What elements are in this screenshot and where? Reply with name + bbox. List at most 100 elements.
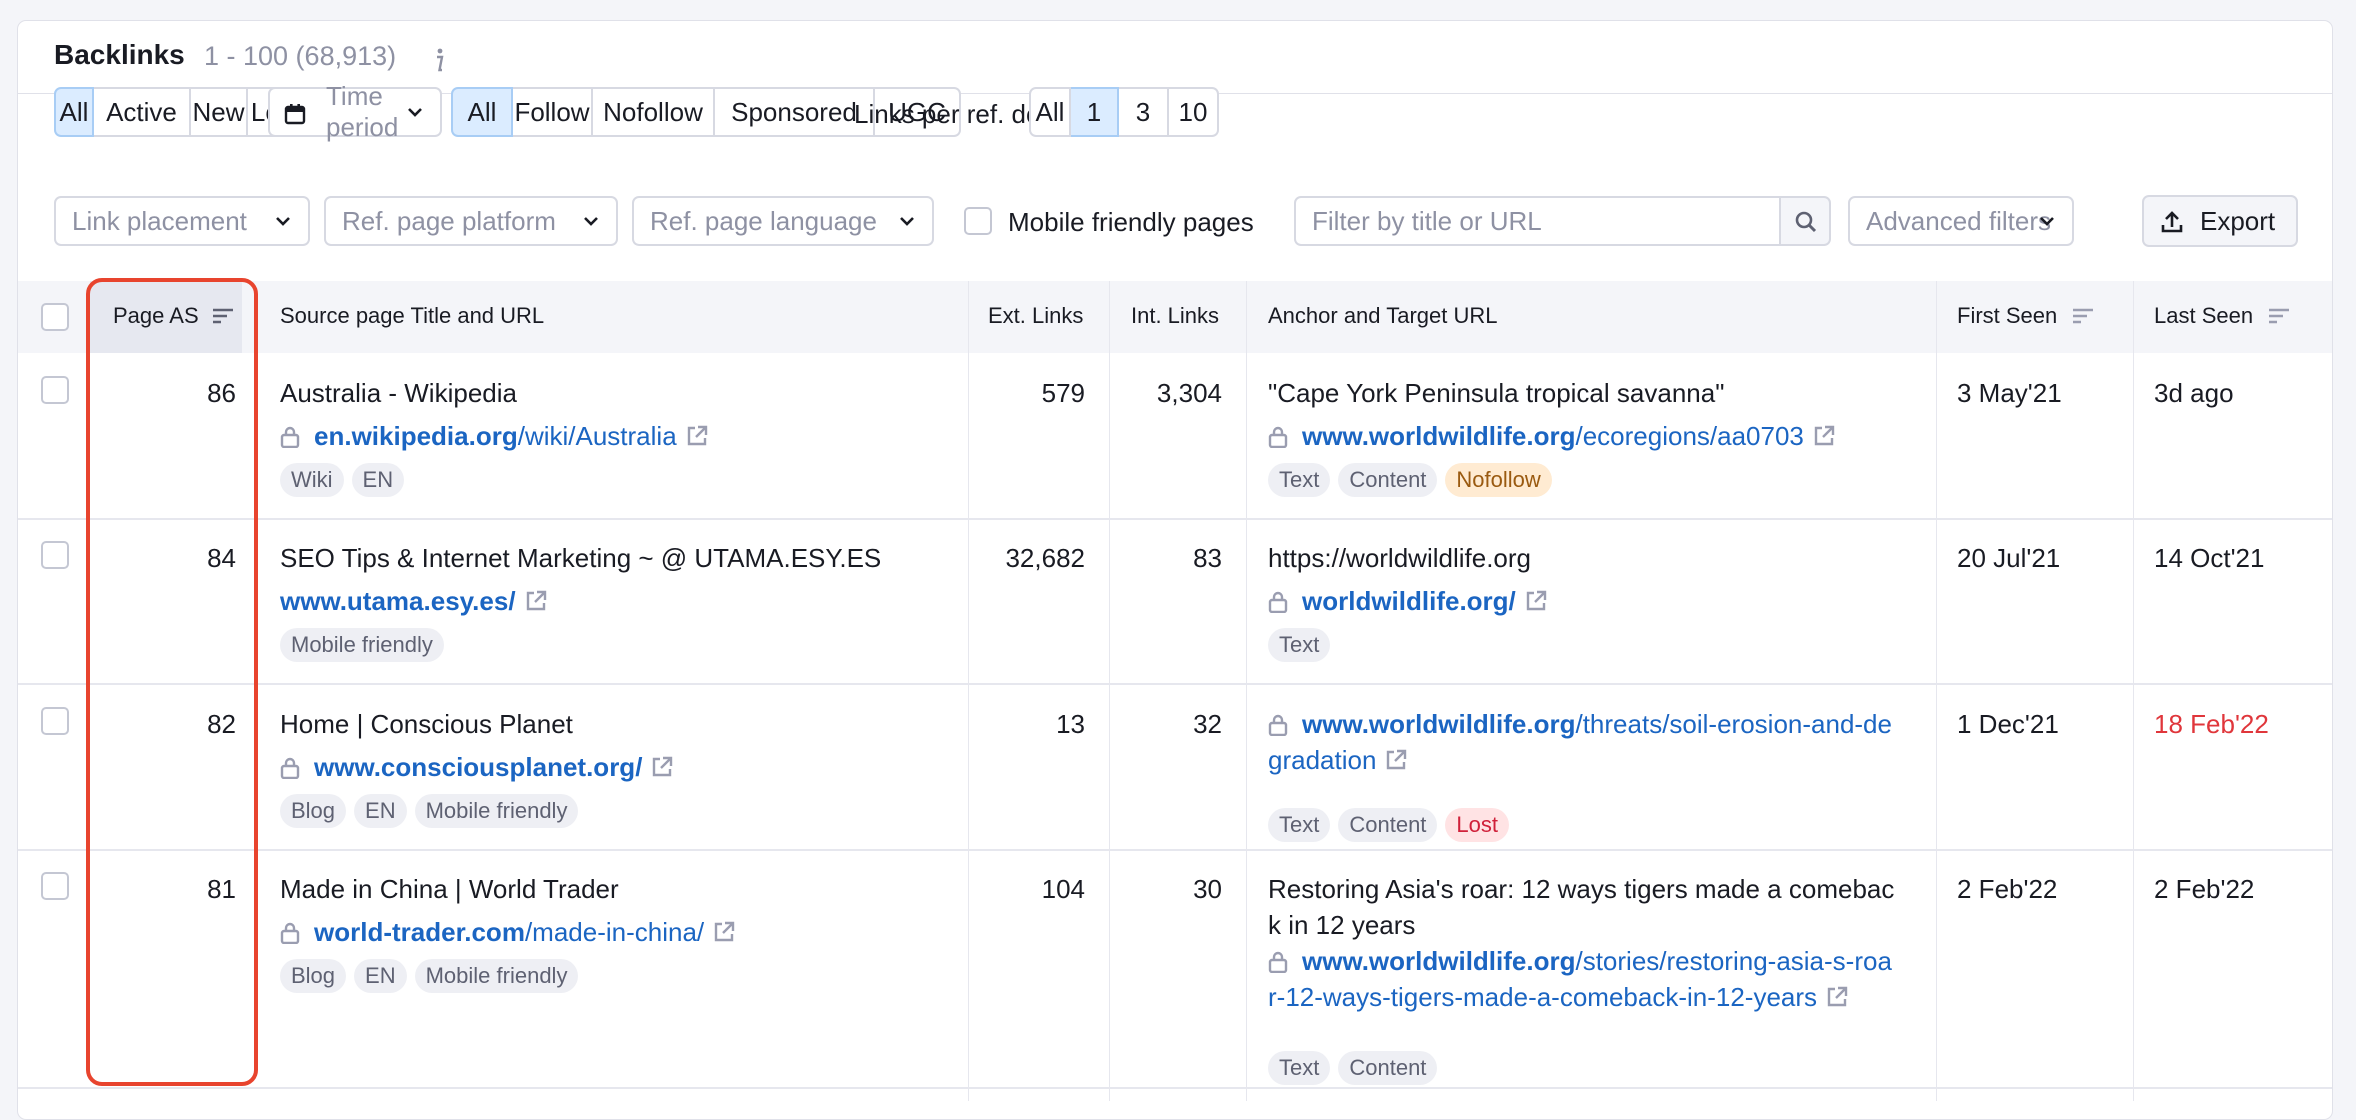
info-icon[interactable] (432, 45, 446, 75)
nofollow-badge: Nofollow (1445, 463, 1552, 497)
advanced-filters-dropdown[interactable]: Advanced filters (1848, 196, 2074, 246)
external-link-icon (1526, 590, 1546, 611)
link-placement-dropdown[interactable]: Link placement (54, 196, 310, 246)
row-divider (18, 683, 2332, 685)
ext-links-value: 579 (1041, 378, 1085, 408)
source-tags: Blog EN Mobile friendly (280, 959, 579, 993)
row-divider (18, 1087, 2332, 1089)
status-all[interactable]: All (54, 87, 94, 137)
export-button[interactable]: Export (2142, 195, 2298, 247)
target-tags: Text (1268, 628, 1331, 662)
target-url-link[interactable]: www.worldwildlife.org/stories/restoring-… (1268, 943, 1928, 1015)
source-url-link[interactable]: world-trader.com/made-in-china/ (280, 914, 736, 950)
row-checkbox[interactable] (41, 376, 69, 404)
ext-links-value: 32,682 (1005, 543, 1085, 573)
source-url-link[interactable]: en.wikipedia.org/wiki/Australia (280, 418, 709, 454)
target-tags: Text Content (1268, 1051, 1438, 1085)
column-divider (968, 281, 969, 1101)
select-all-checkbox[interactable] (41, 303, 69, 331)
int-links-value: 3,304 (1156, 378, 1222, 408)
time-period-dropdown[interactable]: Time period (268, 81, 442, 142)
tag: Text (1268, 463, 1331, 497)
link-type-nofollow[interactable]: Nofollow (593, 87, 715, 137)
col-first-seen[interactable]: First Seen (1957, 303, 2095, 329)
tag: Blog (280, 794, 347, 828)
source-url-link[interactable]: www.consciousplanet.org/ (280, 749, 674, 785)
tag: Text (1268, 808, 1331, 842)
chevron-down-icon (900, 217, 914, 226)
sort-icon (2073, 308, 2094, 324)
column-divider (1109, 281, 1110, 1101)
int-links-value: 83 (1193, 543, 1222, 573)
link-placement-label: Link placement (72, 205, 247, 236)
lost-badge: Lost (1445, 808, 1510, 842)
anchor-text: Restoring Asia's roar: 12 ways tigers ma… (1268, 874, 1895, 940)
search-button[interactable] (1779, 196, 1831, 246)
link-type-sponsored[interactable]: Sponsored (715, 87, 875, 137)
external-link-icon (687, 425, 707, 446)
links-per-domain-3[interactable]: 3 (1119, 87, 1169, 137)
ref-page-language-label: Ref. page language (650, 205, 877, 236)
source-tags: Mobile friendly (280, 628, 444, 662)
status-new[interactable]: New (191, 87, 248, 137)
source-tags: Blog EN Mobile friendly (280, 794, 579, 828)
chevron-down-icon (584, 217, 598, 226)
status-active[interactable]: Active (94, 87, 191, 137)
source-title: SEO Tips & Internet Marketing ~ @ UTAMA.… (280, 543, 882, 573)
ref-page-platform-dropdown[interactable]: Ref. page platform (324, 196, 618, 246)
tag: EN (354, 794, 407, 828)
last-seen-value: 3d ago (2154, 378, 2234, 408)
row-divider (18, 518, 2332, 520)
target-url-link[interactable]: www.worldwildlife.org/threats/soil-erosi… (1268, 706, 1928, 778)
upload-icon (2161, 211, 2183, 233)
int-links-value: 32 (1193, 709, 1222, 739)
search-input[interactable] (1294, 196, 1781, 246)
chevron-down-icon (2040, 217, 2054, 226)
target-url-link[interactable]: www.worldwildlife.org/ecoregions/aa0703 (1268, 418, 1836, 454)
row-checkbox[interactable] (41, 872, 69, 900)
ext-links-value: 104 (1041, 874, 1085, 904)
lock-icon (280, 757, 300, 779)
source-title: Made in China | World Trader (280, 874, 619, 904)
lock-icon (280, 922, 300, 944)
ref-page-platform-label: Ref. page platform (342, 205, 556, 236)
external-link-icon (653, 756, 673, 777)
anchor-text: "Cape York Peninsula tropical savanna" (1268, 378, 1725, 408)
target-url-link[interactable]: worldwildlife.org/ (1268, 583, 1548, 619)
first-seen-value: 2 Feb'22 (1957, 874, 2058, 904)
sort-icon (2269, 308, 2290, 324)
results-range: 1 - 100 (68,913) (204, 41, 397, 71)
link-type-follow[interactable]: Follow (513, 87, 593, 137)
mobile-friendly-label: Mobile friendly pages (1008, 207, 1254, 237)
link-type-all[interactable]: All (451, 87, 513, 137)
first-seen-value: 3 May'21 (1957, 378, 2062, 408)
lock-icon (1268, 591, 1288, 613)
column-divider (1246, 281, 1247, 1101)
ext-links-value: 13 (1056, 709, 1085, 739)
chevron-down-icon (408, 108, 422, 117)
links-per-domain-all[interactable]: All (1029, 87, 1071, 137)
first-seen-value: 1 Dec'21 (1957, 709, 2059, 739)
tag: EN (351, 463, 405, 497)
page-as-column-highlight (86, 278, 258, 1086)
col-source: Source page Title and URL (280, 303, 545, 328)
anchor-text: https://worldwildlife.org (1268, 543, 1531, 573)
advanced-filters-label: Advanced filters (1866, 205, 2051, 236)
col-ext-links: Ext. Links (988, 303, 1084, 328)
mobile-friendly-checkbox[interactable] (964, 207, 992, 235)
ref-page-language-dropdown[interactable]: Ref. page language (632, 196, 934, 246)
source-url-link[interactable]: www.utama.esy.es/ (280, 583, 548, 619)
row-checkbox[interactable] (41, 541, 69, 569)
col-last-seen[interactable]: Last Seen (2154, 303, 2291, 329)
tag: Mobile friendly (414, 794, 579, 828)
source-title: Australia - Wikipedia (280, 378, 517, 408)
tag: Text (1268, 1051, 1331, 1085)
lock-icon (1268, 426, 1288, 448)
column-divider (1936, 281, 1937, 1101)
links-per-domain-1[interactable]: 1 (1071, 87, 1119, 137)
links-per-domain-10[interactable]: 10 (1169, 87, 1219, 137)
backlinks-card: Backlinks 1 - 100 (68,913) All Active Ne… (17, 20, 2333, 1120)
row-divider (18, 849, 2332, 851)
lock-icon (1268, 714, 1288, 736)
row-checkbox[interactable] (41, 707, 69, 735)
